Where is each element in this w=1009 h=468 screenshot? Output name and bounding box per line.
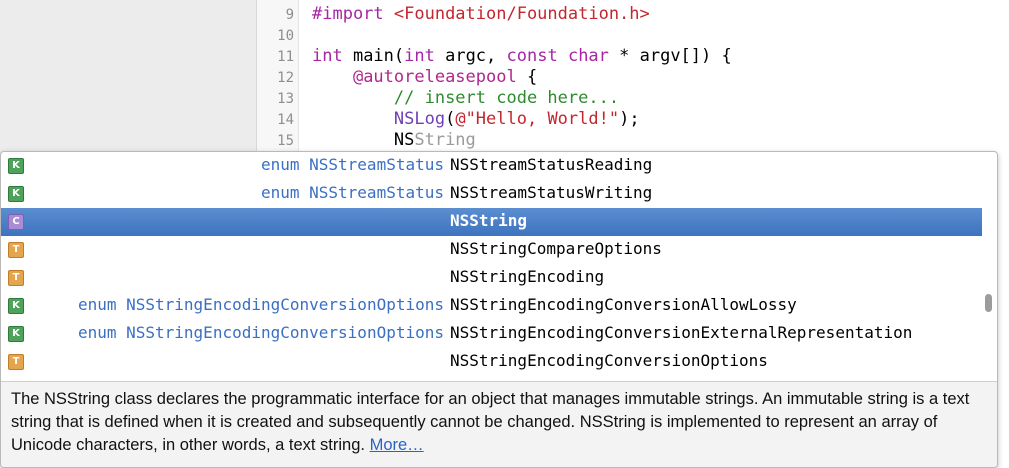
code-token: NS: [312, 130, 415, 150]
line-number: 15: [277, 133, 294, 149]
completion-doc-panel: The NSString class declares the programm…: [1, 381, 997, 467]
code-token: argc,: [434, 46, 507, 66]
completion-item[interactable]: Kenum NSStreamStatus NSStreamStatusWritin…: [1, 180, 982, 208]
typedef-icon: T: [8, 242, 24, 258]
completion-item[interactable]: Kenum NSStreamStatus NSStreamStatusReadin…: [1, 152, 982, 180]
line-number: 13: [277, 91, 294, 107]
completion-item-type: enum NSStreamStatus: [260, 183, 444, 202]
line-number: 12: [277, 70, 294, 86]
code-token: );: [619, 109, 640, 129]
completion-item[interactable]: T NSStringEncodingConversionOptions: [1, 348, 982, 376]
completion-item[interactable]: T NSStringEncoding: [1, 264, 982, 292]
code-token: int: [404, 46, 435, 66]
code-token: // insert code here...: [393, 88, 620, 108]
line-number: 10: [277, 28, 294, 44]
completion-item-type: enum NSStreamStatus: [260, 155, 444, 174]
typedef-icon: T: [8, 270, 24, 286]
code-token: <Foundation/Foundation.h>: [393, 4, 650, 24]
code-completion-popup[interactable]: Kenum NSStreamStatus NSStreamStatusReadin…: [0, 151, 998, 468]
completion-item-name: NSStringEncodingConversionOptions: [450, 351, 768, 370]
completion-item[interactable]: C NSString: [1, 208, 982, 236]
code-token: int: [312, 46, 343, 66]
code-token: NSLog: [393, 109, 446, 129]
completion-item[interactable]: T NSStringCompareOptions: [1, 236, 982, 264]
code-token: * argv[]) {: [608, 46, 732, 66]
doc-description: The NSString class declares the programm…: [11, 390, 970, 454]
code-token: (: [445, 109, 456, 129]
completion-item-name: NSStreamStatusReading: [450, 155, 653, 174]
completion-item[interactable]: Kenum NSStringEncodingConversionOptions N…: [1, 320, 982, 348]
enum-constant-icon: K: [8, 326, 24, 342]
typedef-icon: T: [8, 354, 24, 370]
completion-item-type: enum NSStringEncodingConversionOptions: [77, 323, 444, 342]
code-line[interactable]: // insert code here...: [312, 88, 619, 109]
completion-scrollbar[interactable]: [985, 294, 992, 312]
code-token: String: [414, 130, 476, 150]
code-line[interactable]: #import <Foundation/Foundation.h>: [312, 4, 650, 25]
line-number: 11: [277, 49, 294, 65]
code-line[interactable]: @autoreleasepool {: [312, 67, 537, 88]
completion-item-name: NSStreamStatusWriting: [450, 183, 653, 202]
code-token: const: [506, 46, 558, 66]
enum-constant-icon: K: [8, 158, 24, 174]
enum-constant-icon: K: [8, 298, 24, 314]
doc-more-link[interactable]: More…: [370, 436, 424, 454]
code-token: @"Hello, World!": [455, 109, 620, 129]
line-number: 9: [285, 7, 294, 23]
completion-item[interactable]: Kenum NSStringEncodingConversionOptions N…: [1, 292, 982, 320]
code-token: {: [516, 67, 538, 87]
completion-item-name: NSStringEncodingConversionExternalRepres…: [450, 323, 913, 342]
line-number: 14: [277, 112, 294, 128]
code-token: char: [567, 46, 609, 66]
code-token: #import: [312, 4, 394, 24]
code-token: main(: [342, 46, 405, 66]
code-token: @autoreleasepool: [352, 67, 517, 87]
class-icon: C: [8, 214, 24, 230]
code-line[interactable]: NSString: [312, 130, 476, 151]
completion-item-name: NSStringEncodingConversionAllowLossy: [450, 295, 797, 314]
code-line[interactable]: int main(int argc, const char * argv[]) …: [312, 46, 732, 67]
code-line[interactable]: NSLog(@"Hello, World!");: [312, 109, 640, 130]
completion-item-name: NSString: [450, 211, 528, 230]
completion-item-type: enum NSStringEncodingConversionOptions: [77, 295, 444, 314]
completion-item-name: NSStringCompareOptions: [450, 239, 662, 258]
completion-item-name: NSStringEncoding: [450, 267, 605, 286]
enum-constant-icon: K: [8, 186, 24, 202]
